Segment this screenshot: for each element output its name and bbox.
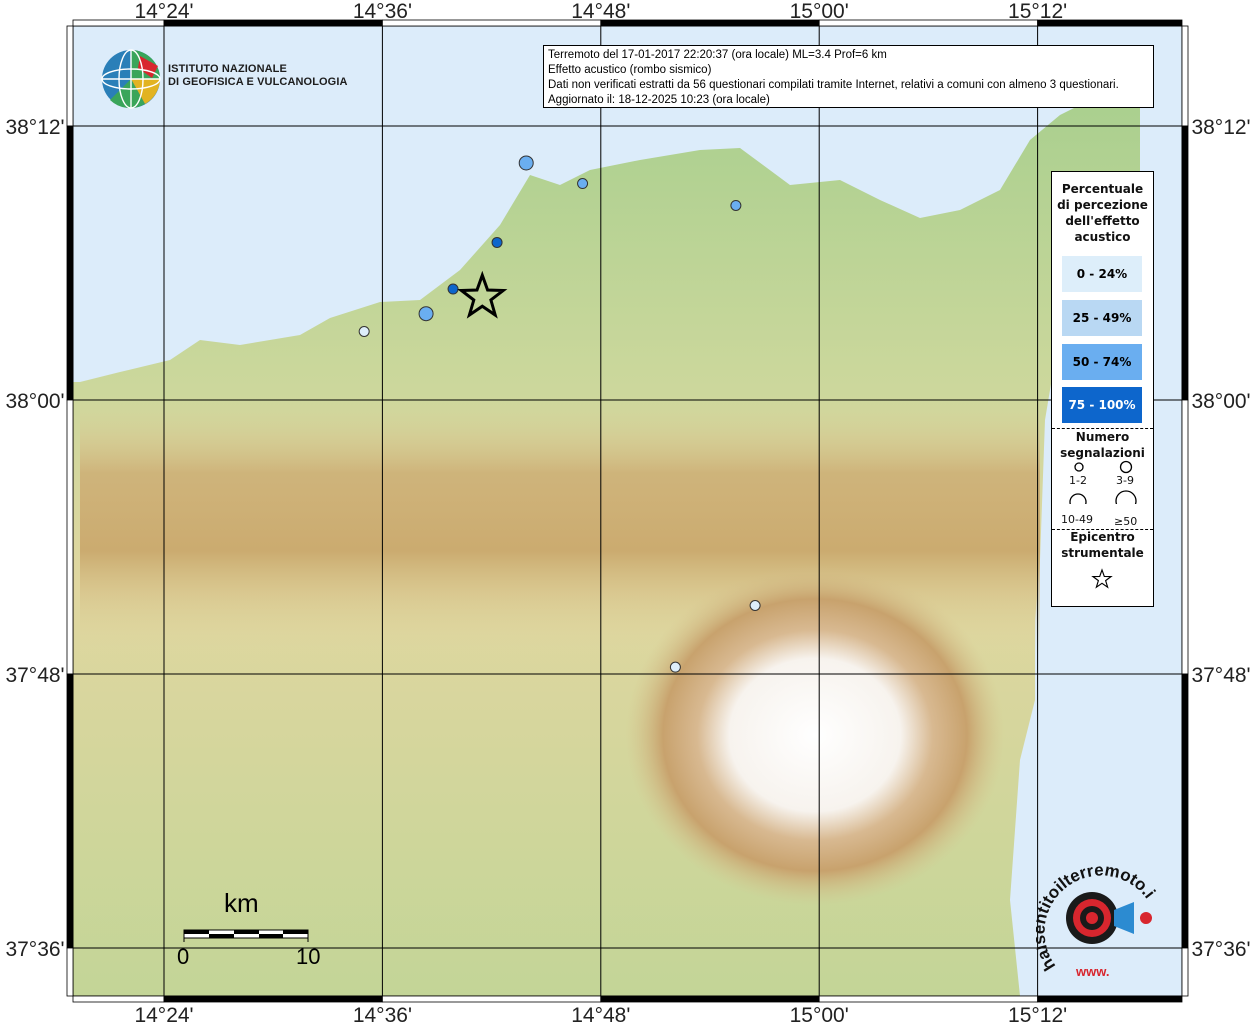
ingv-globe-icon [101,49,161,109]
frame-segment [818,19,1039,27]
lon-tick-label-top: 15°00' [790,0,849,23]
scale-unit: km [224,888,259,918]
haisentito-logo: haisentitoilterremoto.it www. [1029,843,1160,982]
updated-timestamp: Aggiornato il: 18-12-2025 10:23 (ora loc… [548,94,770,106]
lon-tick-label-bottom: 14°48' [571,1004,630,1024]
report-point [358,326,370,337]
frame-segment [1181,25,1189,127]
frame-segment [163,995,383,1003]
lon-tick-label-top: 14°24' [134,0,193,23]
frame-segment [1181,673,1189,949]
legend-class-25-49: 25 - 49% [1062,300,1142,336]
lon-tick-label-top: 15°12' [1008,0,1067,23]
lat-tick-label-right: 38°00' [1191,390,1250,413]
frame-segment [66,399,74,675]
count-label-3-9: 3-9 [1116,474,1134,487]
lat-tick-label-left: 37°48' [5,664,64,687]
lat-tick-label-left: 37°36' [5,938,64,961]
count-label-50-plus: ≥50 [1114,515,1138,528]
frame-segment [1181,125,1189,401]
lon-tick-label-top: 14°36' [353,0,412,23]
count-label-10-49: 10-49 [1061,513,1093,526]
frame-segment [66,673,74,949]
legend-class-50-74: 50 - 74% [1062,344,1142,380]
frame-segment [66,125,74,401]
report-point [518,155,534,171]
legend-perc-title: Percentuale di percezione dell'effetto a… [1057,182,1148,244]
lon-tick-label-bottom: 14°24' [134,1004,193,1024]
lat-tick-label-right: 37°36' [1191,938,1250,961]
scale-end: 10 [296,944,321,969]
frame-segment [72,995,165,1003]
frame-segment [1181,947,1189,997]
event-title: Terremoto del 17-01-2017 22:20:37 (ora l… [548,49,887,61]
frame-segment [600,19,820,27]
lat-tick-label-left: 38°12' [5,116,64,139]
count-symbol-medium [1119,460,1133,474]
ingv-name-line1: ISTITUTO NAZIONALE [168,63,287,75]
lon-tick-label-bottom: 15°12' [1008,1004,1067,1024]
frame-segment [818,995,1039,1003]
lat-tick-label-right: 38°12' [1191,116,1250,139]
report-point [491,236,503,248]
frame-segment [381,995,602,1003]
event-info-box: Terremoto del 17-01-2017 22:20:37 (ora l… [543,45,1154,108]
frame-segment [66,947,74,997]
scale-bar [183,929,309,942]
frame-segment [600,995,820,1003]
report-point [577,178,589,190]
legend-epi-title: Epicentro strumentale [1061,530,1144,560]
data-source-note: Dati non verificati estratti da 56 quest… [548,79,1119,91]
legend-count-title: Numero segnalazioni [1060,430,1145,460]
effect-type: Effetto acustico (rombo sismico) [548,64,712,76]
ingv-name-line2: DI GEOFISICA E VULCANOLOGIA [168,76,348,88]
legend-count-symbols [1069,460,1137,504]
legend-class-0-24: 0 - 24% [1062,256,1142,292]
frame-segment [66,25,74,127]
frame-segment [1037,995,1183,1003]
lon-tick-label-bottom: 14°36' [353,1004,412,1024]
count-symbol-small [1074,462,1084,472]
lon-tick-label-bottom: 15°00' [790,1004,849,1024]
lat-tick-label-left: 38°00' [5,390,64,413]
count-label-1-2: 1-2 [1069,474,1087,487]
lat-tick-label-right: 37°48' [1191,664,1250,687]
report-point [418,306,434,322]
legend-class-75-100: 75 - 100% [1062,387,1142,423]
map-legend: Percentuale di percezione dell'effetto a… [1051,171,1154,607]
east-sea [1040,600,1182,890]
megaphone-icon [1114,902,1134,934]
report-point [669,661,681,673]
report-point [749,600,761,611]
lon-tick-label-top: 14°48' [571,0,630,23]
ingv-logo: ISTITUTO NAZIONALE DI GEOFISICA E VULCAN… [100,48,347,110]
count-symbol-xlarge [1115,490,1137,504]
frame-segment [163,19,383,27]
epicenter-star-icon [1091,568,1113,589]
scale-start: 0 [177,944,190,969]
brand-www: www. [1075,964,1109,979]
count-symbol-large [1069,493,1087,504]
frame-segment [1181,399,1189,675]
etna-relief [625,565,1005,905]
report-point [730,199,742,211]
frame-segment [381,19,602,27]
report-point [447,283,459,295]
